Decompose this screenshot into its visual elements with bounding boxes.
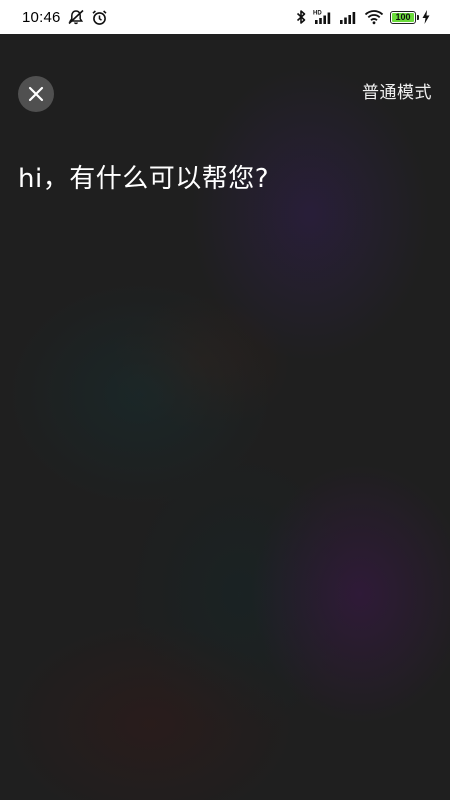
mode-toggle-button[interactable]: 普通模式 xyxy=(362,78,432,103)
status-time: 10:46 xyxy=(22,8,61,26)
wifi-icon xyxy=(364,9,384,25)
charging-icon xyxy=(422,10,430,24)
bluetooth-icon xyxy=(296,9,307,25)
battery-icon: 100 xyxy=(390,10,419,24)
close-button[interactable] xyxy=(18,76,54,112)
close-icon xyxy=(28,86,44,102)
assistant-screen: 普通模式 hi，有什么可以帮您? xyxy=(0,34,450,800)
mute-notification-icon xyxy=(67,9,85,25)
status-bar-left: 10:46 xyxy=(22,9,108,26)
hd-signal-icon: HD xyxy=(313,9,333,25)
status-bar: 10:46 HD 100 xyxy=(0,0,450,34)
assistant-greeting: hi，有什么可以帮您? xyxy=(18,164,270,194)
status-bar-right: HD 100 xyxy=(296,9,430,25)
alarm-icon xyxy=(91,9,108,26)
hd-label: HD xyxy=(313,11,322,17)
signal-icon xyxy=(339,9,358,25)
battery-level: 100 xyxy=(395,11,411,22)
